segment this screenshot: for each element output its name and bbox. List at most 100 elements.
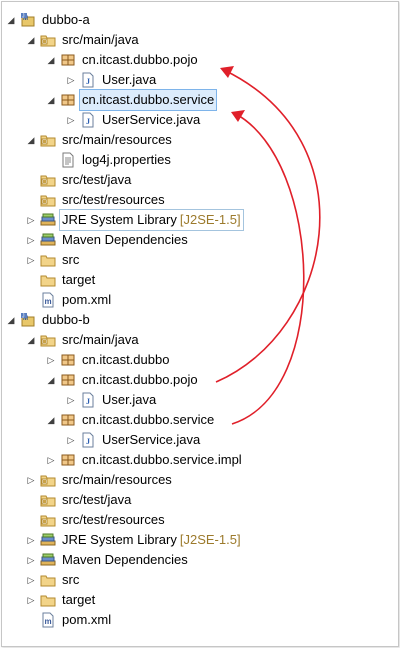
library-icon — [40, 232, 56, 248]
tree-item[interactable]: ▷ JRE System Library [J2SE-1.5] — [2, 530, 398, 550]
collapsed-twisty-icon[interactable]: ▷ — [26, 470, 36, 490]
collapsed-twisty-icon[interactable]: ▷ — [26, 530, 36, 550]
tree-item-label[interactable]: cn.itcast.dubbo.pojo — [80, 50, 200, 70]
collapsed-twisty-icon[interactable]: ▷ — [46, 350, 56, 370]
tree-item[interactable]: src/test/java — [2, 170, 398, 190]
svg-text:J: J — [86, 397, 90, 406]
collapsed-twisty-icon[interactable]: ▷ — [66, 110, 76, 130]
tree-item[interactable]: ▷ J User.java — [2, 70, 398, 90]
tree-item[interactable]: ▷ cn.itcast.dubbo — [2, 350, 398, 370]
tree-item-text: cn.itcast.dubbo.service — [82, 92, 215, 107]
tree-item[interactable]: ▷ target — [2, 590, 398, 610]
tree-item-label[interactable]: target — [60, 270, 97, 290]
tree-item[interactable]: src/test/resources — [2, 190, 398, 210]
source-folder-icon — [40, 332, 56, 348]
properties-file-icon — [60, 152, 76, 168]
tree-item-label[interactable]: dubbo-b — [40, 310, 92, 330]
tree-item-text: src/test/resources — [62, 192, 165, 207]
tree-item-label[interactable]: pom.xml — [60, 290, 113, 310]
tree-item[interactable]: src/test/java — [2, 490, 398, 510]
collapsed-twisty-icon[interactable]: ▷ — [66, 430, 76, 450]
tree-item[interactable]: ◢ src/main/java — [2, 30, 398, 50]
expanded-twisty-icon[interactable]: ◢ — [46, 410, 56, 430]
expanded-twisty-icon[interactable]: ◢ — [26, 130, 36, 150]
expanded-twisty-icon[interactable]: ◢ — [6, 10, 16, 30]
collapsed-twisty-icon[interactable]: ▷ — [26, 590, 36, 610]
tree-item[interactable]: ▷ src — [2, 250, 398, 270]
collapsed-twisty-icon[interactable]: ▷ — [66, 70, 76, 90]
tree-item[interactable]: ▷ JRE System Library [J2SE-1.5] — [2, 209, 398, 231]
tree-item[interactable]: target — [2, 270, 398, 290]
tree-item-text: pom.xml — [62, 292, 112, 307]
tree-item[interactable]: ◢ M J dubbo-b — [2, 310, 398, 330]
tree-item-label[interactable]: User.java — [100, 70, 158, 90]
tree-item[interactable]: ▷ J UserService.java — [2, 110, 398, 130]
xml-file-icon: m — [40, 612, 56, 628]
tree-item[interactable]: ▷ Maven Dependencies — [2, 230, 398, 250]
tree-item-label[interactable]: src/main/java — [60, 330, 141, 350]
java-project-icon: MJ — [20, 12, 36, 28]
tree-item-label[interactable]: src/main/java — [60, 30, 141, 50]
tree-item-label[interactable]: cn.itcast.dubbo.service — [78, 89, 218, 111]
tree-item-text: src/test/resources — [62, 512, 165, 527]
tree-item[interactable]: ▷ src/main/resources — [2, 470, 398, 490]
collapsed-twisty-icon[interactable]: ▷ — [66, 390, 76, 410]
tree-item[interactable]: ▷ src — [2, 570, 398, 590]
tree-item-label[interactable]: src — [60, 250, 81, 270]
tree-item-label[interactable]: src/test/java — [60, 490, 133, 510]
tree-item[interactable]: ◢ src/main/resources — [2, 130, 398, 150]
collapsed-twisty-icon[interactable]: ▷ — [26, 550, 36, 570]
tree-item[interactable]: m pom.xml — [2, 290, 398, 310]
source-folder-icon — [40, 32, 56, 48]
tree-item[interactable]: src/test/resources — [2, 510, 398, 530]
tree-item[interactable]: log4j.properties — [2, 150, 398, 170]
tree-item-label[interactable]: log4j.properties — [80, 150, 173, 170]
tree-item-label[interactable]: UserService.java — [100, 430, 202, 450]
tree-item[interactable]: ▷ Maven Dependencies — [2, 550, 398, 570]
collapsed-twisty-icon[interactable]: ▷ — [26, 210, 36, 230]
expanded-twisty-icon[interactable]: ◢ — [26, 330, 36, 350]
tree-item[interactable]: ◢ M J dubbo-a — [2, 10, 398, 30]
tree-item-label[interactable]: src — [60, 570, 81, 590]
tree-item[interactable]: ▷ J UserService.java — [2, 430, 398, 450]
tree-item-label[interactable]: src/main/resources — [60, 130, 174, 150]
tree-item[interactable]: ◢ cn.itcast.dubbo.pojo — [2, 50, 398, 70]
tree-item[interactable]: ◢ cn.itcast.dubbo.pojo — [2, 370, 398, 390]
tree-item-label[interactable]: User.java — [100, 390, 158, 410]
tree-item-label[interactable]: cn.itcast.dubbo.service.impl — [80, 450, 244, 470]
tree-item-label[interactable]: src/test/java — [60, 170, 133, 190]
tree-item-label[interactable]: JRE System Library [J2SE-1.5] — [59, 209, 244, 231]
tree-item-label[interactable]: dubbo-a — [40, 10, 92, 30]
tree-item[interactable]: ▷ cn.itcast.dubbo.service.impl — [2, 450, 398, 470]
tree-item[interactable]: ▷ J User.java — [2, 390, 398, 410]
tree-item-label[interactable]: src/test/resources — [60, 510, 167, 530]
collapsed-twisty-icon[interactable]: ▷ — [26, 250, 36, 270]
tree-item-label[interactable]: Maven Dependencies — [60, 550, 190, 570]
tree-item-label[interactable]: cn.itcast.dubbo — [80, 350, 171, 370]
java-file-icon: J — [80, 432, 96, 448]
tree-item-label[interactable]: Maven Dependencies — [60, 230, 190, 250]
library-icon — [40, 532, 56, 548]
tree-item-text: target — [62, 592, 96, 607]
tree-item-label[interactable]: UserService.java — [100, 110, 202, 130]
expanded-twisty-icon[interactable]: ◢ — [46, 370, 56, 390]
tree-item-label[interactable]: pom.xml — [60, 610, 113, 630]
tree-item[interactable]: m pom.xml — [2, 610, 398, 630]
tree-item-label[interactable]: cn.itcast.dubbo.pojo — [80, 370, 200, 390]
expanded-twisty-icon[interactable]: ◢ — [26, 30, 36, 50]
tree-item-label[interactable]: JRE System Library [J2SE-1.5] — [60, 530, 243, 550]
tree-item[interactable]: ◢ cn.itcast.dubbo.service — [2, 89, 398, 111]
tree-item-label[interactable]: src/test/resources — [60, 190, 167, 210]
tree-item-label[interactable]: target — [60, 590, 97, 610]
package-icon — [60, 452, 76, 468]
tree-item[interactable]: ◢ src/main/java — [2, 330, 398, 350]
tree-item-label[interactable]: src/main/resources — [60, 470, 174, 490]
tree-item[interactable]: ◢ cn.itcast.dubbo.service — [2, 410, 398, 430]
collapsed-twisty-icon[interactable]: ▷ — [26, 570, 36, 590]
tree-item-label[interactable]: cn.itcast.dubbo.service — [80, 410, 216, 430]
expanded-twisty-icon[interactable]: ◢ — [6, 310, 16, 330]
expanded-twisty-icon[interactable]: ◢ — [46, 50, 56, 70]
expanded-twisty-icon[interactable]: ◢ — [46, 90, 56, 110]
collapsed-twisty-icon[interactable]: ▷ — [46, 450, 56, 470]
collapsed-twisty-icon[interactable]: ▷ — [26, 230, 36, 250]
